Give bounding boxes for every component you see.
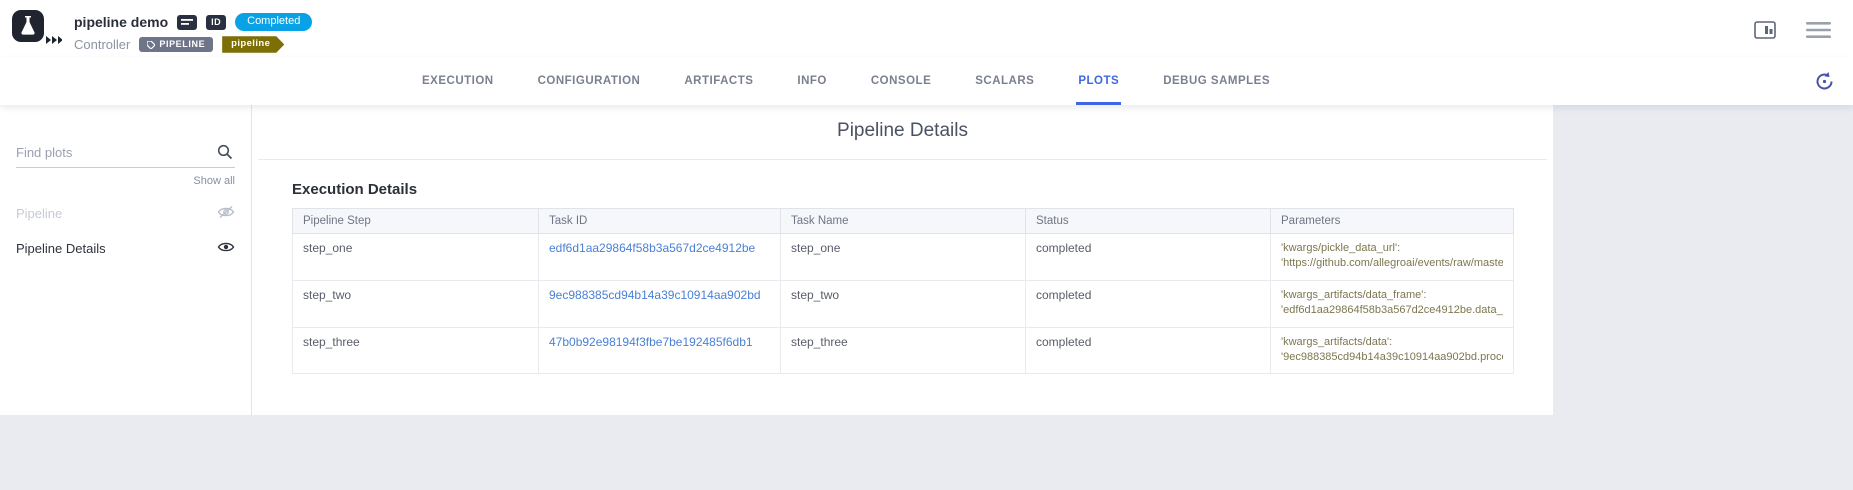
sidebar-item-label: Pipeline: [16, 206, 62, 221]
cell-parameters: 'kwargs_artifacts/data_frame': 'edf6d1aa…: [1271, 280, 1514, 327]
cell-task-name: step_one: [781, 234, 1026, 281]
cell-status: completed: [1026, 280, 1271, 327]
column-header-status[interactable]: Status: [1026, 209, 1271, 234]
tab-execution[interactable]: EXECUTION: [420, 57, 496, 105]
pipeline-tag: pipeline: [222, 36, 284, 53]
main-panel: Pipeline Details Execution Details Pipel…: [252, 105, 1853, 490]
status-badge: Completed: [235, 13, 312, 31]
table-row: step_two 9ec988385cd94b14a39c10914aa902b…: [293, 280, 1514, 327]
table-header-row: Pipeline Step Task ID Task Name Status P…: [293, 209, 1514, 234]
cell-status: completed: [1026, 234, 1271, 281]
table-row: step_three 47b0b92e98194f3fbe7be192485f6…: [293, 327, 1514, 374]
cell-pipeline-step: step_two: [293, 280, 539, 327]
header-right: [1754, 19, 1831, 39]
tab-debug-samples[interactable]: DEBUG SAMPLES: [1161, 57, 1272, 105]
search-icon: [217, 144, 233, 165]
parameter-value: '9ec988385cd94b14a39c10914aa902bd.proces…: [1281, 350, 1503, 365]
cell-task-id-link[interactable]: 9ec988385cd94b14a39c10914aa902bd: [539, 280, 781, 327]
pipeline-type-tag-label: PIPELINE: [159, 40, 205, 49]
sidebar: Show all Pipeline Pipeline Details: [0, 105, 252, 415]
cell-task-name: step_two: [781, 280, 1026, 327]
title-block: pipeline demo ID Completed Controller: [74, 4, 312, 53]
column-header-task-id[interactable]: Task ID: [539, 209, 781, 234]
parameter-value: 'edf6d1aa29864f58b3a567d2ce4912be.data_f…: [1281, 303, 1503, 318]
eye-off-icon[interactable]: [217, 205, 235, 222]
details-icon[interactable]: [177, 15, 197, 30]
show-all-link[interactable]: Show all: [0, 175, 235, 187]
id-badge[interactable]: ID: [206, 15, 226, 30]
tab-configuration[interactable]: CONFIGURATION: [536, 57, 643, 105]
column-header-pipeline-step[interactable]: Pipeline Step: [293, 209, 539, 234]
parameter-key: 'kwargs/pickle_data_url':: [1281, 241, 1503, 256]
find-plots-input[interactable]: [16, 141, 235, 168]
tab-bar: EXECUTION CONFIGURATION ARTIFACTS INFO C…: [0, 57, 1853, 105]
plot-search: [16, 141, 235, 168]
sidebar-item-pipeline-details[interactable]: Pipeline Details: [0, 231, 251, 266]
sidebar-item-pipeline[interactable]: Pipeline: [0, 196, 251, 231]
eye-icon[interactable]: [217, 240, 235, 257]
menu-icon[interactable]: [1806, 21, 1831, 39]
tabs: EXECUTION CONFIGURATION ARTIFACTS INFO C…: [420, 57, 1272, 105]
section-title: Execution Details: [292, 181, 1553, 198]
tab-info[interactable]: INFO: [795, 57, 828, 105]
column-header-task-name[interactable]: Task Name: [781, 209, 1026, 234]
parameter-key: 'kwargs_artifacts/data_frame':: [1281, 288, 1503, 303]
cell-parameters: 'kwargs_artifacts/data': '9ec988385cd94b…: [1271, 327, 1514, 374]
page-title: pipeline demo: [74, 14, 168, 30]
cell-pipeline-step: step_three: [293, 327, 539, 374]
tab-artifacts[interactable]: ARTIFACTS: [682, 57, 755, 105]
content: Show all Pipeline Pipeline Details: [0, 105, 1853, 490]
plot-list: Pipeline Pipeline Details: [0, 196, 251, 266]
table-row: step_one edf6d1aa29864f58b3a567d2ce4912b…: [293, 234, 1514, 281]
tag-icon: [147, 41, 155, 49]
cell-pipeline-step: step_one: [293, 234, 539, 281]
controller-label: Controller: [74, 37, 130, 52]
tab-plots[interactable]: PLOTS: [1076, 57, 1121, 105]
execution-details-table: Pipeline Step Task ID Task Name Status P…: [292, 208, 1514, 374]
parameter-key: 'kwargs_artifacts/data':: [1281, 335, 1503, 350]
refresh-icon[interactable]: [1814, 71, 1835, 92]
clearml-logo-icon: [10, 8, 62, 50]
plot-title: Pipeline Details: [252, 120, 1553, 142]
tab-console[interactable]: CONSOLE: [869, 57, 933, 105]
pipeline-details-card: Pipeline Details Execution Details Pipel…: [252, 105, 1553, 415]
column-header-parameters[interactable]: Parameters: [1271, 209, 1514, 234]
parameter-value: 'https://github.com/allegroai/events/raw…: [1281, 256, 1503, 271]
cell-task-id-link[interactable]: edf6d1aa29864f58b3a567d2ce4912be: [539, 234, 781, 281]
cell-task-id-link[interactable]: 47b0b92e98194f3fbe7be192485f6db1: [539, 327, 781, 374]
card-divider: [258, 159, 1547, 160]
tab-scalars[interactable]: SCALARS: [973, 57, 1036, 105]
cell-status: completed: [1026, 327, 1271, 374]
cell-task-name: step_three: [781, 327, 1026, 374]
pipeline-type-tag: PIPELINE: [139, 37, 213, 52]
header-left: pipeline demo ID Completed Controller: [10, 4, 312, 53]
sidebar-item-label: Pipeline Details: [16, 241, 106, 256]
layout-panel-icon[interactable]: [1754, 21, 1776, 39]
cell-parameters: 'kwargs/pickle_data_url': 'https://githu…: [1271, 234, 1514, 281]
header: pipeline demo ID Completed Controller: [0, 0, 1853, 57]
